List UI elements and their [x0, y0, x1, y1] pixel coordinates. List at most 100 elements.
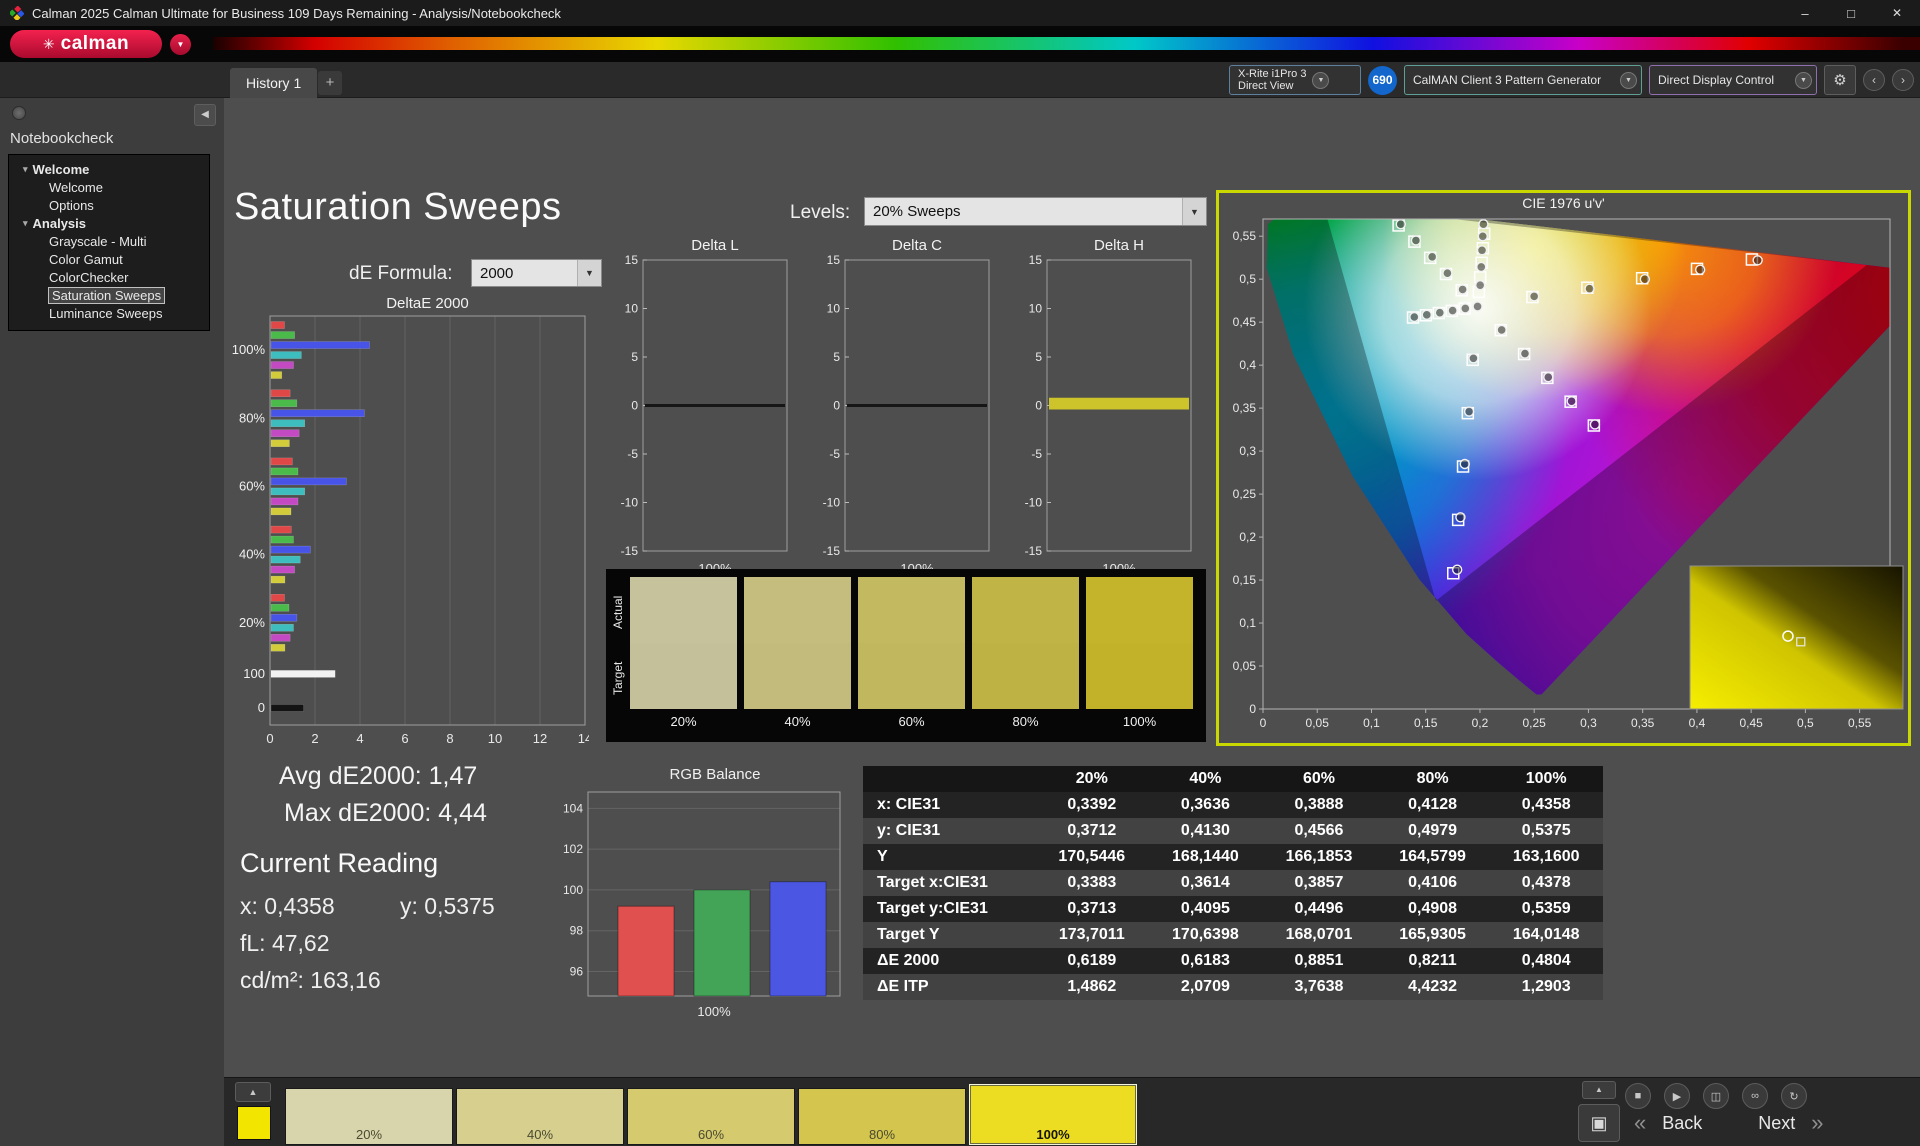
de-formula-dropdown[interactable]: 2000 ▼	[471, 259, 602, 287]
chevron-down-icon[interactable]: ▼	[1620, 72, 1637, 89]
sidebar-item-saturation-sweeps[interactable]: Saturation Sweeps	[9, 286, 209, 304]
meter-dropdown[interactable]: X-Rite i1Pro 3 Direct View ▼	[1229, 65, 1361, 95]
save-button[interactable]: ◫	[1703, 1083, 1729, 1109]
sidebar-item-colorchecker[interactable]: ColorChecker	[9, 268, 209, 286]
sweep-swatch-100[interactable]: 100%	[969, 1084, 1137, 1145]
target-swatch	[630, 643, 737, 709]
svg-text:-15: -15	[1025, 544, 1043, 558]
settings-gear-button[interactable]: ⚙	[1824, 65, 1856, 95]
svg-text:5: 5	[631, 350, 638, 364]
svg-text:0,3: 0,3	[1580, 716, 1597, 730]
pattern-generator-dropdown[interactable]: CalMAN Client 3 Pattern Generator ▼	[1404, 65, 1642, 95]
logo-menu-button[interactable]: ▼	[170, 34, 191, 55]
reading-cdm2: cd/m²: 163,16	[240, 967, 381, 994]
svg-text:-5: -5	[1031, 447, 1042, 461]
refresh-button[interactable]: ↻	[1781, 1083, 1807, 1109]
table-cell: 0,4566	[1262, 818, 1376, 844]
chevron-down-icon[interactable]: ▼	[577, 260, 601, 286]
table-cell: 0,6189	[1035, 948, 1149, 974]
chevron-down-icon[interactable]: ▼	[1795, 72, 1812, 89]
display-icon: ▣	[1590, 1113, 1607, 1134]
target-swatch	[972, 643, 1079, 709]
close-button[interactable]: ✕	[1874, 0, 1920, 26]
table-cell: 0,4095	[1149, 896, 1263, 922]
calman-logo-button[interactable]: ✳ calman	[10, 30, 162, 58]
tree-expander-icon[interactable]: ▾	[23, 218, 28, 229]
svg-text:0: 0	[258, 700, 265, 715]
svg-text:Delta C: Delta C	[892, 237, 942, 254]
minimize-button[interactable]: –	[1782, 0, 1828, 26]
sweep-swatch-80[interactable]: 80%	[798, 1088, 966, 1145]
svg-text:DeltaE 2000: DeltaE 2000	[386, 295, 469, 312]
tree-expander-icon[interactable]: ▾	[23, 164, 28, 175]
sidebar-item-welcome[interactable]: Welcome	[9, 178, 209, 196]
table-cell: 163,1600	[1489, 844, 1603, 870]
back-button[interactable]: Back	[1662, 1113, 1702, 1134]
sidebar-item-label: ColorChecker	[49, 270, 128, 285]
chevron-down-icon[interactable]: ▼	[1312, 72, 1329, 89]
current-patch-swatch[interactable]	[237, 1106, 271, 1140]
sidebar-item-luminance-sweeps[interactable]: Luminance Sweeps	[9, 304, 209, 322]
continuous-measure-button[interactable]: ∞	[1742, 1083, 1768, 1109]
svg-text:-15: -15	[823, 544, 841, 558]
levels-dropdown[interactable]: 20% Sweeps ▼	[864, 197, 1207, 226]
svg-text:0: 0	[631, 399, 638, 413]
table-cell: 0,3888	[1262, 792, 1376, 818]
actual-swatch	[744, 577, 851, 643]
sweep-swatch-60[interactable]: 60%	[627, 1088, 795, 1145]
levels-value: 20% Sweeps	[865, 203, 1182, 220]
sidebar-knob[interactable]	[12, 106, 26, 120]
sidebar-collapse-button[interactable]: ◀	[194, 104, 216, 126]
play-button[interactable]: ▶	[1664, 1083, 1690, 1109]
swatch-column-20: 20%	[630, 577, 737, 733]
svg-text:0: 0	[1249, 702, 1256, 716]
swatch-panel-up-button[interactable]: ▲	[235, 1082, 271, 1102]
tab-history-1[interactable]: History 1	[230, 68, 317, 98]
table-cell: 0,3383	[1035, 870, 1149, 896]
sweep-swatch-40[interactable]: 40%	[456, 1088, 624, 1145]
controls-up-button[interactable]: ▲	[1582, 1081, 1616, 1099]
svg-text:0,4: 0,4	[1239, 358, 1256, 372]
stop-button[interactable]: ■	[1625, 1083, 1651, 1109]
toolbar-prev-button[interactable]: ‹	[1863, 69, 1885, 91]
sidebar-item-color-gamut[interactable]: Color Gamut	[9, 250, 209, 268]
table-cell: 3,7638	[1262, 974, 1376, 1000]
table-cell: 0,3857	[1262, 870, 1376, 896]
table-row: Target x:CIE310,33830,36140,38570,41060,…	[863, 870, 1603, 896]
actual-swatch	[1086, 577, 1193, 643]
svg-text:0,25: 0,25	[1523, 716, 1547, 730]
sidebar-item-options[interactable]: Options	[9, 196, 209, 214]
sidebar-item-label: Options	[49, 198, 94, 213]
table-row: y: CIE310,37120,41300,45660,49790,5375	[863, 818, 1603, 844]
table-cell: 168,0701	[1262, 922, 1376, 948]
titlebar: Calman 2025 Calman Ultimate for Business…	[0, 0, 1920, 26]
add-tab-button[interactable]: +	[318, 71, 342, 95]
sweep-swatch-label: 20%	[286, 1127, 452, 1142]
display-window-button[interactable]: ▣	[1578, 1104, 1620, 1142]
sidebar-item-label: Color Gamut	[49, 252, 123, 267]
swatch-column-60: 60%	[858, 577, 965, 733]
svg-text:100%: 100%	[232, 342, 265, 357]
table-row-label: ΔE ITP	[863, 974, 1035, 1000]
chevron-down-icon[interactable]: ▼	[1182, 198, 1206, 225]
actual-swatch	[972, 577, 1079, 643]
sidebar-item-analysis[interactable]: ▾Analysis	[9, 214, 209, 232]
next-button[interactable]: Next	[1758, 1113, 1795, 1134]
measurement-table: 20%40%60%80%100%x: CIE310,33920,36360,38…	[863, 766, 1603, 1000]
toolbar-next-button[interactable]: ›	[1892, 69, 1914, 91]
table-cell: 0,5375	[1489, 818, 1603, 844]
sweep-swatch-20[interactable]: 20%	[285, 1088, 453, 1145]
maximize-button[interactable]: □	[1828, 0, 1874, 26]
swatch-column-label: 40%	[744, 709, 851, 733]
max-de2000-text: Max dE2000: 4,44	[284, 799, 487, 828]
deltae2000-chart-svg: DeltaE 2000100%80%60%40%20%1000024681012…	[232, 294, 589, 753]
display-control-dropdown[interactable]: Direct Display Control ▼	[1649, 65, 1817, 95]
sidebar-item-grayscale-multi[interactable]: Grayscale - Multi	[9, 232, 209, 250]
meter-count-badge: 690	[1368, 66, 1397, 95]
sidebar-item-welcome[interactable]: ▾Welcome	[9, 160, 209, 178]
pattern-generator-label: CalMAN Client 3 Pattern Generator	[1413, 73, 1601, 87]
table-cell: 170,5446	[1035, 844, 1149, 870]
svg-text:0,25: 0,25	[1233, 487, 1257, 501]
gear-icon: ⚙	[1833, 71, 1846, 89]
table-row-label: x: CIE31	[863, 792, 1035, 818]
